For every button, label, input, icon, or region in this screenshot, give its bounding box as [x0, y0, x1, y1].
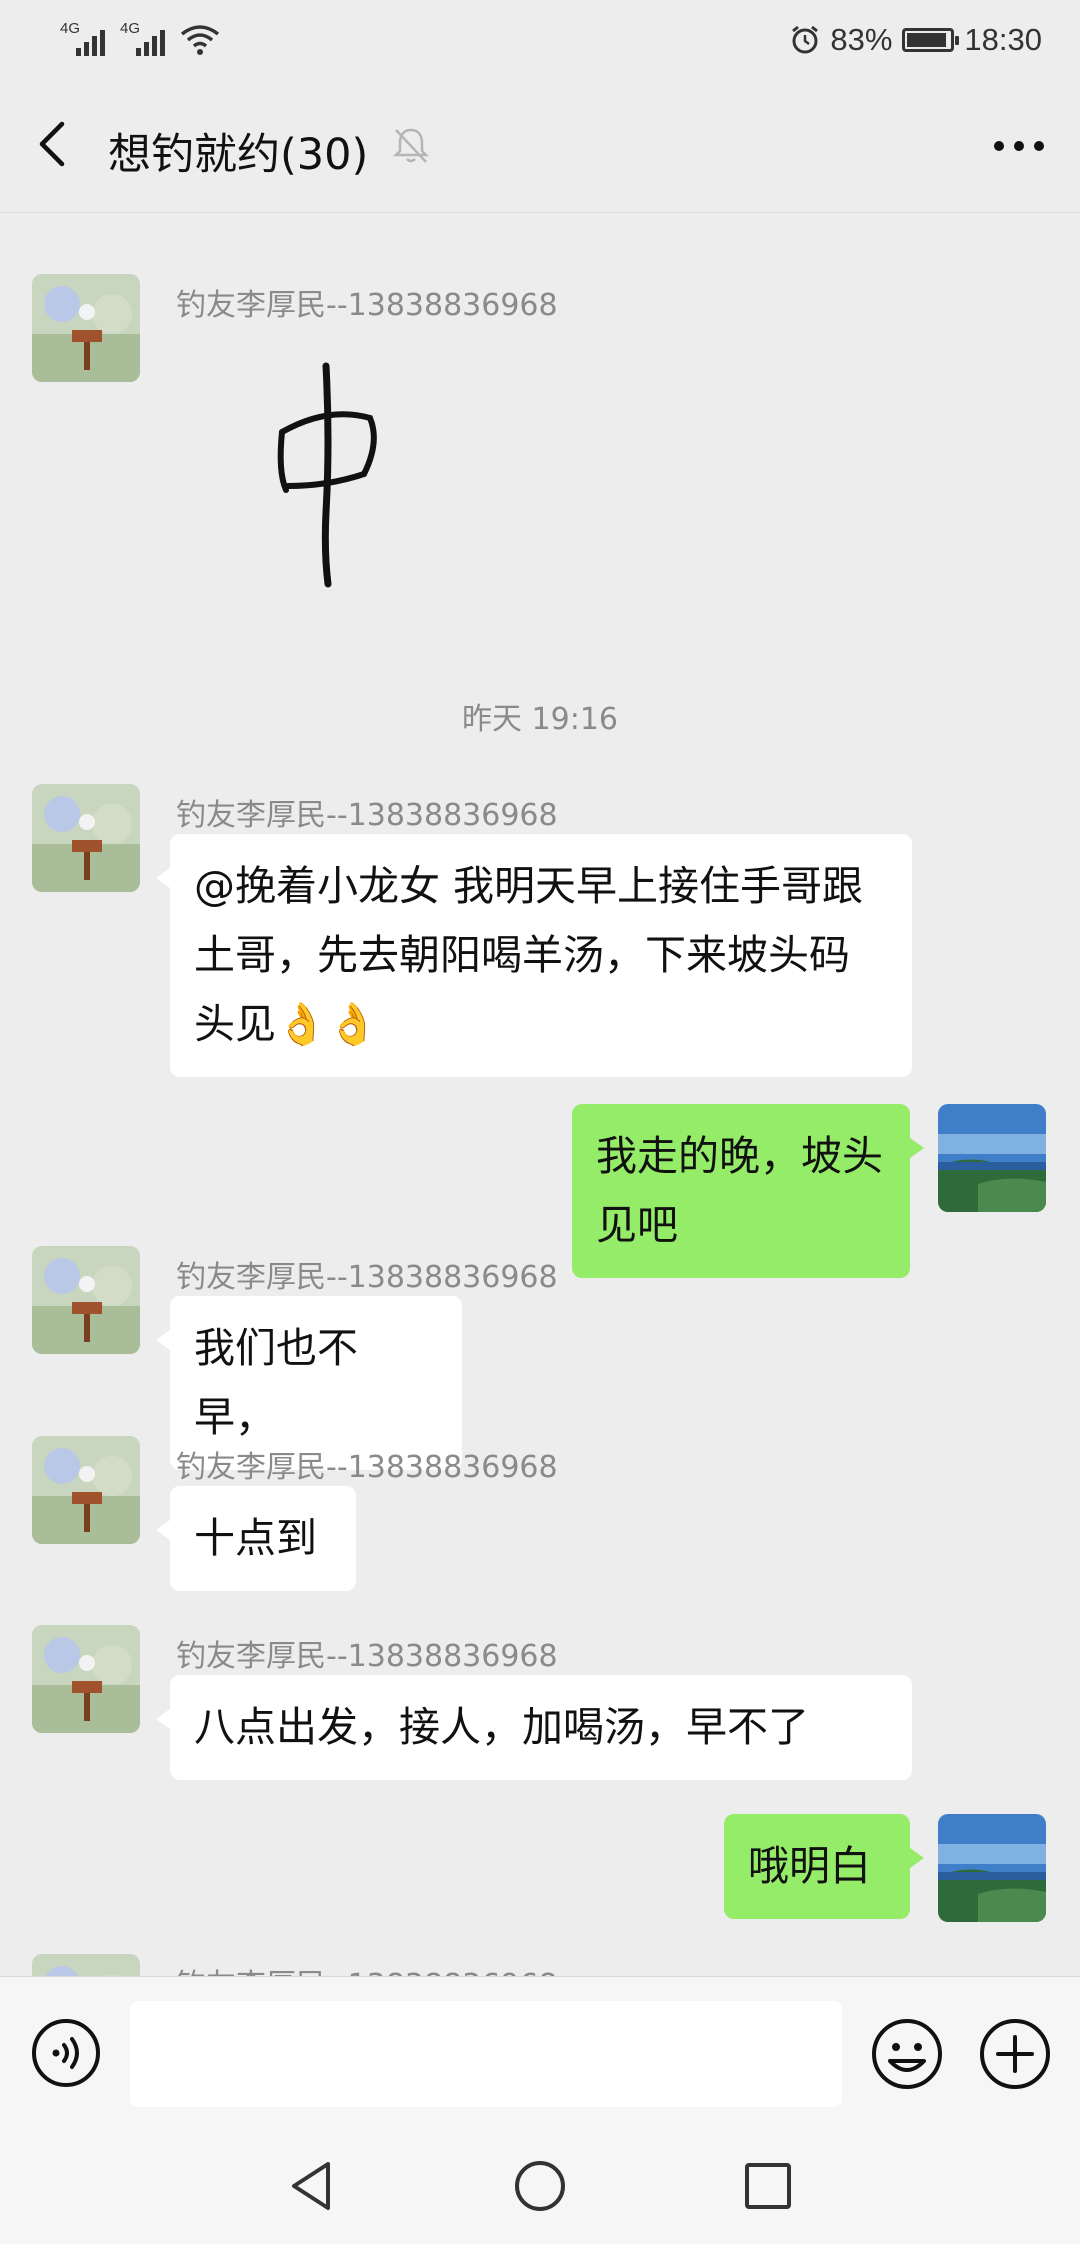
cell-signal-2-icon: 4G	[120, 20, 165, 56]
sender-avatar[interactable]	[32, 274, 140, 382]
input-bar	[0, 1976, 1080, 2127]
battery-percent: 83%	[830, 22, 893, 57]
battery-icon	[902, 28, 960, 52]
voice-input-icon[interactable]	[30, 2017, 102, 2089]
sender-name: 钓友李厚民--13838836968	[176, 1639, 558, 1674]
nav-recent-apps-icon[interactable]	[742, 2160, 794, 2212]
sender-name: 钓友李厚民--13838836968	[176, 288, 558, 323]
handwriting-sticker[interactable]	[268, 362, 398, 592]
message-list[interactable]: 钓友李厚民--13838836968 昨天 19:16 钓友李厚民--13838…	[0, 212, 1080, 1976]
time-divider: 昨天 19:16	[462, 702, 618, 737]
message-input[interactable]	[130, 2001, 842, 2107]
chat-title: 想钓就约(30)	[108, 130, 369, 180]
message-bubble[interactable]: @挽着小龙女 我明天早上接住手哥跟土哥，先去朝阳喝羊汤，下来坡头码头见👌👌	[156, 834, 912, 1077]
nav-home-icon[interactable]	[512, 2158, 568, 2214]
sender-name: 钓友李厚民--13838836968	[176, 1450, 558, 1485]
sender-name: 钓友李厚民--13838836968	[176, 1260, 558, 1295]
system-nav-bar	[0, 2126, 1080, 2244]
muted-bell-icon	[392, 128, 430, 163]
add-more-icon[interactable]	[978, 2017, 1052, 2091]
sender-avatar[interactable]	[32, 1436, 140, 1544]
clock: 18:30	[964, 22, 1042, 57]
nav-back-icon[interactable]	[284, 2158, 340, 2214]
sender-avatar[interactable]	[32, 1246, 140, 1354]
sender-avatar[interactable]	[32, 1625, 140, 1733]
network-type-label: 4G	[120, 20, 141, 37]
back-arrow-icon[interactable]	[30, 118, 82, 170]
more-options-icon[interactable]	[992, 128, 1046, 164]
sender-name: 钓友李厚民--13838836968	[176, 1960, 558, 1976]
my-avatar[interactable]	[938, 1814, 1046, 1922]
handwriting-image	[277, 362, 377, 588]
emoji-icon[interactable]	[870, 2017, 944, 2091]
message-bubble[interactable]: 八点出发，接人，加喝汤，早不了	[156, 1675, 912, 1780]
wifi-icon	[180, 25, 220, 55]
network-type-label: 4G	[60, 20, 81, 37]
my-avatar[interactable]	[938, 1104, 1046, 1212]
alarm-icon	[792, 25, 819, 54]
message-bubble[interactable]: 十点到	[156, 1486, 356, 1591]
sender-avatar[interactable]	[32, 784, 140, 892]
sender-avatar[interactable]	[32, 1954, 140, 1976]
chat-header: 想钓就约(30)	[0, 80, 1080, 213]
cell-signal-1-icon: 4G	[60, 20, 105, 56]
status-bar: 4G 4G 83% 18:30	[0, 0, 1080, 80]
sender-name: 钓友李厚民--13838836968	[176, 798, 558, 833]
message-bubble[interactable]: 哦明白	[724, 1814, 924, 1919]
message-bubble[interactable]: 我走的晚，坡头见吧	[572, 1104, 924, 1278]
